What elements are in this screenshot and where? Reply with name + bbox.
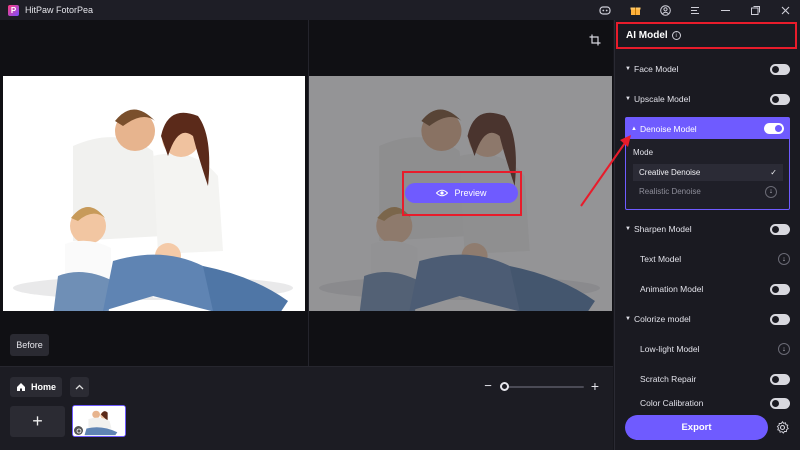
mode-label: Mode [633,148,654,157]
chevron-down-icon: ▼ [625,96,631,102]
chevron-down-icon: ▼ [625,316,631,322]
model-row-face[interactable]: ▼ Face Model [625,58,790,80]
chevron-down-icon: ▼ [625,226,631,232]
model-label: Upscale Model [634,94,691,104]
minimize-icon[interactable] [710,0,740,20]
model-row-upscale[interactable]: ▼ Upscale Model [625,88,790,110]
model-label: Low-light Model [640,344,700,354]
model-label: Sharpen Model [634,224,692,234]
panel-title-highlight: AI Model i [616,22,797,49]
model-label: Denoise Model [640,123,697,134]
model-label: Face Model [634,64,679,74]
title-bar: P HitPaw FotorPea [0,0,800,20]
model-row-lowlight[interactable]: Low-light Model ↓ [625,338,790,360]
upscale-model-toggle[interactable] [770,93,790,105]
home-label: Home [31,382,57,392]
option-realistic-denoise[interactable]: Realistic Denoise ↓ [633,183,783,200]
before-label: Before [16,340,43,350]
model-row-scratch-repair[interactable]: Scratch Repair [625,368,790,390]
gift-icon[interactable] [620,0,650,20]
model-label: Color Calibration [640,398,704,408]
model-label: Text Model [640,254,682,264]
model-row-text[interactable]: Text Model ↓ [625,248,790,270]
face-model-toggle[interactable] [770,63,790,75]
chevron-up-icon: ▲ [631,125,637,132]
home-icon [17,383,25,391]
crop-icon[interactable] [588,34,602,46]
chevron-down-icon: ▼ [625,66,631,72]
collapse-button[interactable] [70,377,89,397]
account-icon[interactable] [650,0,680,20]
model-label: Colorize model [634,314,691,324]
zoom-in-button[interactable]: + [589,379,601,393]
app-title: HitPaw FotorPea [25,5,94,15]
home-button[interactable]: Home [10,377,62,397]
model-row-sharpen[interactable]: ▼ Sharpen Model [625,218,790,240]
checkmark-icon: ✓ [770,168,777,177]
download-icon[interactable]: ↓ [778,253,790,265]
download-icon[interactable]: ↓ [778,343,790,355]
model-label: Scratch Repair [640,374,697,384]
menu-icon[interactable] [680,0,710,20]
option-label: Creative Denoise [639,168,701,177]
close-icon[interactable] [770,0,800,20]
colorize-model-toggle[interactable] [770,313,790,325]
model-label: Animation Model [640,284,704,294]
preview-highlight-box [402,171,522,216]
model-row-colorize[interactable]: ▼ Colorize model [625,308,790,330]
download-icon[interactable]: ↓ [765,185,777,198]
thumbnail-status-icon [74,426,83,435]
discord-icon[interactable] [590,0,620,20]
option-creative-denoise[interactable]: Creative Denoise ✓ [633,164,783,181]
info-icon[interactable]: i [671,31,681,40]
chevron-up-icon [75,384,84,390]
option-label: Realistic Denoise [639,187,701,196]
before-image [3,76,305,311]
panel-title: AI Model [626,30,668,41]
denoise-model-toggle[interactable] [764,123,784,134]
model-row-denoise[interactable]: ▲ Denoise Model [626,118,789,139]
titlebar-actions [590,0,800,20]
app-logo-icon: P [8,4,19,16]
zoom-slider[interactable] [500,386,584,388]
before-toggle-button[interactable]: Before [10,334,49,356]
add-image-button[interactable]: + [10,406,65,437]
maximize-icon[interactable] [740,0,770,20]
model-row-color-calibration[interactable]: Color Calibration [625,398,790,410]
gear-icon[interactable] [775,420,790,435]
animation-model-toggle[interactable] [770,283,790,295]
color-calibration-toggle[interactable] [770,398,790,409]
sharpen-model-toggle[interactable] [770,223,790,235]
model-row-animation[interactable]: Animation Model [625,278,790,300]
export-label: Export [681,422,712,433]
export-button[interactable]: Export [625,415,768,440]
scratch-repair-toggle[interactable] [770,373,790,385]
zoom-out-button[interactable]: − [482,379,494,393]
zoom-slider-handle[interactable] [500,382,509,391]
